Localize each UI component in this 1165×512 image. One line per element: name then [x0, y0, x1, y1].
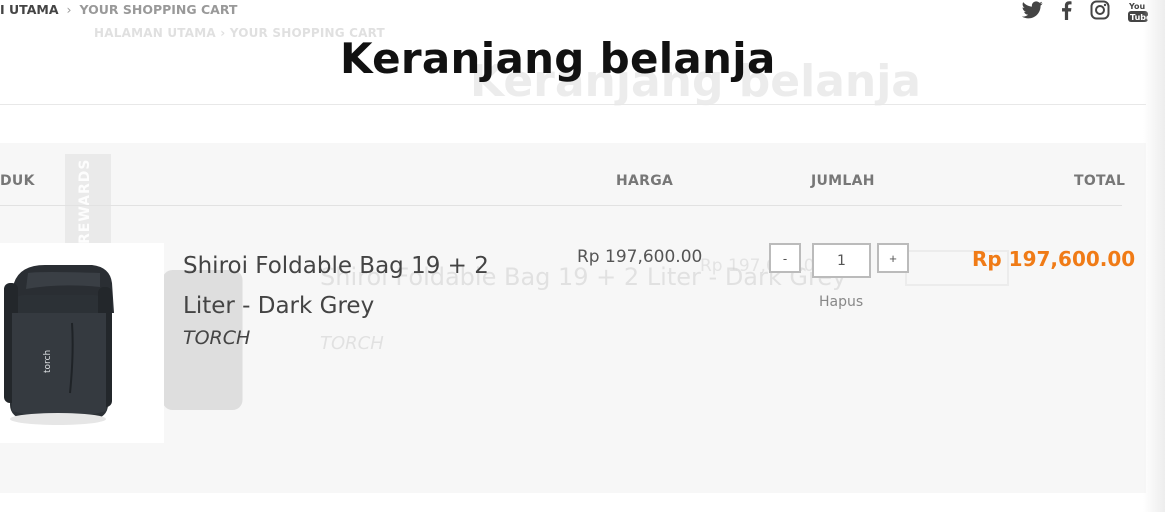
column-header-produk: DUK — [0, 173, 35, 189]
item-total: Rp 197,600.00 — [972, 247, 1136, 271]
cart-panel — [0, 143, 1146, 493]
page-title: Keranjang belanja — [340, 34, 776, 83]
instagram-icon[interactable] — [1089, 0, 1111, 20]
facebook-icon[interactable] — [1058, 0, 1074, 20]
title-divider — [0, 104, 1146, 105]
right-edge-shadow — [1143, 0, 1165, 512]
rewards-label: REWARDS — [77, 158, 93, 244]
backpack-image: torch — [4, 265, 114, 425]
quantity-decrease-button[interactable]: - — [769, 243, 801, 273]
product-brand: TORCH — [183, 327, 251, 349]
column-header-jumlah: JUMLAH — [811, 173, 875, 189]
column-header-total: TOTAL — [1074, 173, 1126, 189]
breadcrumb: I UTAMA › YOUR SHOPPING CART — [0, 2, 237, 17]
torch-logo: torch — [43, 350, 53, 373]
breadcrumb-separator: › — [66, 2, 72, 17]
column-header-harga: HARGA — [616, 173, 674, 189]
header-divider — [0, 205, 1122, 206]
breadcrumb-home[interactable]: I UTAMA — [0, 2, 59, 17]
breadcrumb-current: YOUR SHOPPING CART — [79, 2, 238, 17]
twitter-icon[interactable] — [1021, 0, 1043, 20]
product-price: Rp 197,600.00 — [577, 247, 703, 267]
quantity-input[interactable] — [812, 243, 871, 278]
product-name[interactable]: Shiroi Foldable Bag 19 + 2 Liter - Dark … — [183, 246, 513, 326]
remove-item-link[interactable]: Hapus — [819, 294, 863, 310]
quantity-increase-button[interactable]: + — [877, 243, 909, 273]
product-image[interactable]: torch — [0, 243, 164, 443]
